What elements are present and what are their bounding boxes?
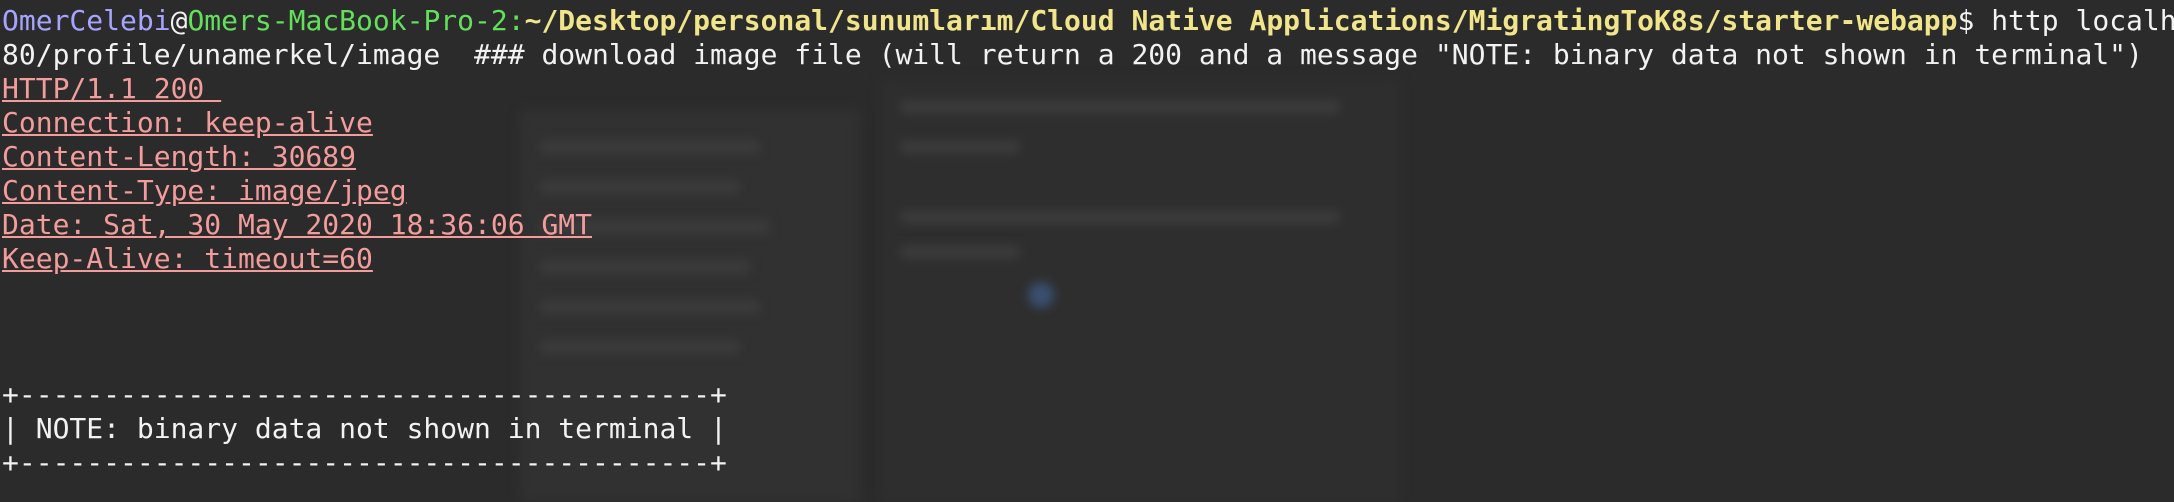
header-keep-alive: Keep-Alive: timeout=60 — [2, 242, 373, 275]
command-text-continued: 80/profile/unamerkel/image ### download … — [2, 38, 2143, 71]
note-box-top-border: +---------------------------------------… — [2, 378, 727, 412]
prompt-path: ~/Desktop/personal/sunumlarım/Cloud Nati… — [524, 4, 1958, 37]
status-line: HTTP/1.1 200 — [2, 72, 222, 105]
response-header: Keep-Alive: timeout=60 — [2, 242, 373, 276]
prompt-line: OmerCelebi@Omers-MacBook-Pro-2:~/Desktop… — [2, 4, 2174, 38]
terminal-window[interactable]: OmerCelebi@Omers-MacBook-Pro-2:~/Desktop… — [0, 0, 2174, 502]
prompt-colon: : — [507, 4, 525, 37]
ghost-line — [900, 210, 1340, 224]
prompt-user: OmerCelebi — [2, 4, 171, 37]
ghost-line — [540, 340, 740, 354]
command-text: http localhost:80 — [1991, 4, 2174, 37]
prompt-host: Omers-MacBook-Pro-2 — [187, 4, 508, 37]
prompt-at: @ — [170, 4, 188, 37]
response-header: Content-Length: 30689 — [2, 140, 356, 174]
header-date: Date: Sat, 30 May 2020 18:36:06 GMT — [2, 208, 593, 241]
ghost-line — [900, 140, 1020, 154]
header-content-length: Content-Length: 30689 — [2, 140, 357, 173]
ghost-line — [900, 100, 1340, 114]
prompt-symbol: $ — [1957, 4, 1975, 37]
note-box-border: +---------------------------------------… — [2, 446, 727, 479]
ghost-line — [540, 260, 750, 274]
ghost-line — [540, 300, 760, 314]
note-box-text-line: | NOTE: binary data not shown in termina… — [2, 412, 727, 446]
ghost-line — [540, 180, 740, 194]
header-content-type: Content-Type: image/jpeg — [2, 174, 407, 207]
response-header: Content-Type: image/jpeg — [2, 174, 407, 208]
ghost-line — [540, 140, 760, 154]
mouse-cursor-ghost — [1028, 282, 1054, 308]
response-header: Connection: keep-alive — [2, 106, 373, 140]
note-box-border: +---------------------------------------… — [2, 378, 727, 411]
response-status: HTTP/1.1 200 — [2, 72, 221, 106]
command-continuation: 80/profile/unamerkel/image ### download … — [2, 38, 2143, 72]
ghost-line — [900, 245, 1020, 259]
response-header: Date: Sat, 30 May 2020 18:36:06 GMT — [2, 208, 592, 242]
header-connection: Connection: keep-alive — [2, 106, 373, 139]
note-box-bottom-border: +---------------------------------------… — [2, 446, 727, 480]
note-box-text: | NOTE: binary data not shown in termina… — [2, 412, 727, 445]
